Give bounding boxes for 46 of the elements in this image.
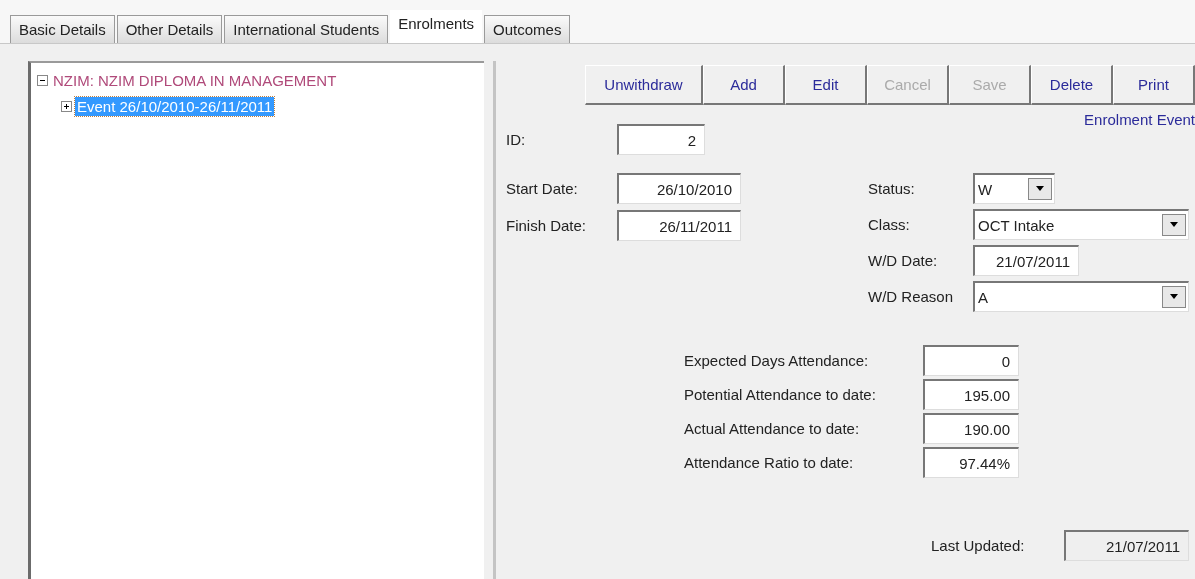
tab[interactable]: Other Details <box>116 15 223 43</box>
dropdown-button[interactable] <box>1028 178 1052 200</box>
field-label: ID: <box>506 131 527 148</box>
toolbar-button[interactable]: Print <box>1113 65 1195 105</box>
attendance-field[interactable]: 195.00 <box>923 379 1019 410</box>
field-label: Status: <box>868 180 916 197</box>
toolbar-button[interactable]: Edit <box>785 65 867 105</box>
field-label: Start Date: <box>506 180 579 197</box>
caret-icon <box>1035 186 1045 192</box>
tab[interactable]: Outcomes <box>484 15 571 43</box>
field-label: Last Updated: <box>931 537 1026 554</box>
field-label: Expected Days Attendance: <box>684 352 870 369</box>
section-title: Enrolment Event <box>1084 111 1195 128</box>
tree-item[interactable]: NZIM: NZIM DIPLOMA IN MANAGEMENT <box>51 70 339 90</box>
toolbar-button[interactable]: Unwithdraw <box>585 65 703 105</box>
field-label: W/D Date: <box>868 252 939 269</box>
field-label: Finish Date: <box>506 217 588 234</box>
field-label: Potential Attendance to date: <box>684 386 877 403</box>
caret-icon <box>1169 294 1179 300</box>
toolbar-button[interactable]: Add <box>703 65 785 105</box>
date-field[interactable]: 21/07/2011 <box>973 245 1079 276</box>
combo-box[interactable]: A <box>973 281 1189 312</box>
tab[interactable]: Basic Details <box>10 15 115 43</box>
dropdown-button[interactable] <box>1162 214 1186 236</box>
toolbar-button[interactable]: Delete <box>1031 65 1113 105</box>
field-label: Actual Attendance to date: <box>684 420 861 437</box>
combo-box[interactable]: W <box>973 173 1055 204</box>
dropdown-button[interactable] <box>1162 286 1186 308</box>
tab[interactable]: International Students <box>224 15 389 43</box>
attendance-field[interactable]: 190.00 <box>923 413 1019 444</box>
attendance-field[interactable]: 97.44% <box>923 447 1019 478</box>
field-label: Attendance Ratio to date: <box>684 454 855 471</box>
combo-value: A <box>978 288 988 306</box>
caret-icon <box>1169 222 1179 228</box>
collapse-icon[interactable] <box>37 74 48 86</box>
date-field[interactable]: 26/10/2010 <box>617 173 741 204</box>
field-label: Class: <box>868 216 911 233</box>
expand-icon[interactable] <box>61 100 72 112</box>
combo-value: OCT Intake <box>978 216 1055 234</box>
date-field[interactable]: 26/11/2011 <box>617 210 741 241</box>
id-field[interactable]: 2 <box>617 124 705 155</box>
field-label: W/D Reason <box>868 288 955 305</box>
attendance-field[interactable]: 0 <box>923 345 1019 376</box>
tab[interactable]: Enrolments <box>390 10 483 43</box>
combo-box[interactable]: OCT Intake <box>973 209 1189 240</box>
combo-value: W <box>978 180 993 198</box>
